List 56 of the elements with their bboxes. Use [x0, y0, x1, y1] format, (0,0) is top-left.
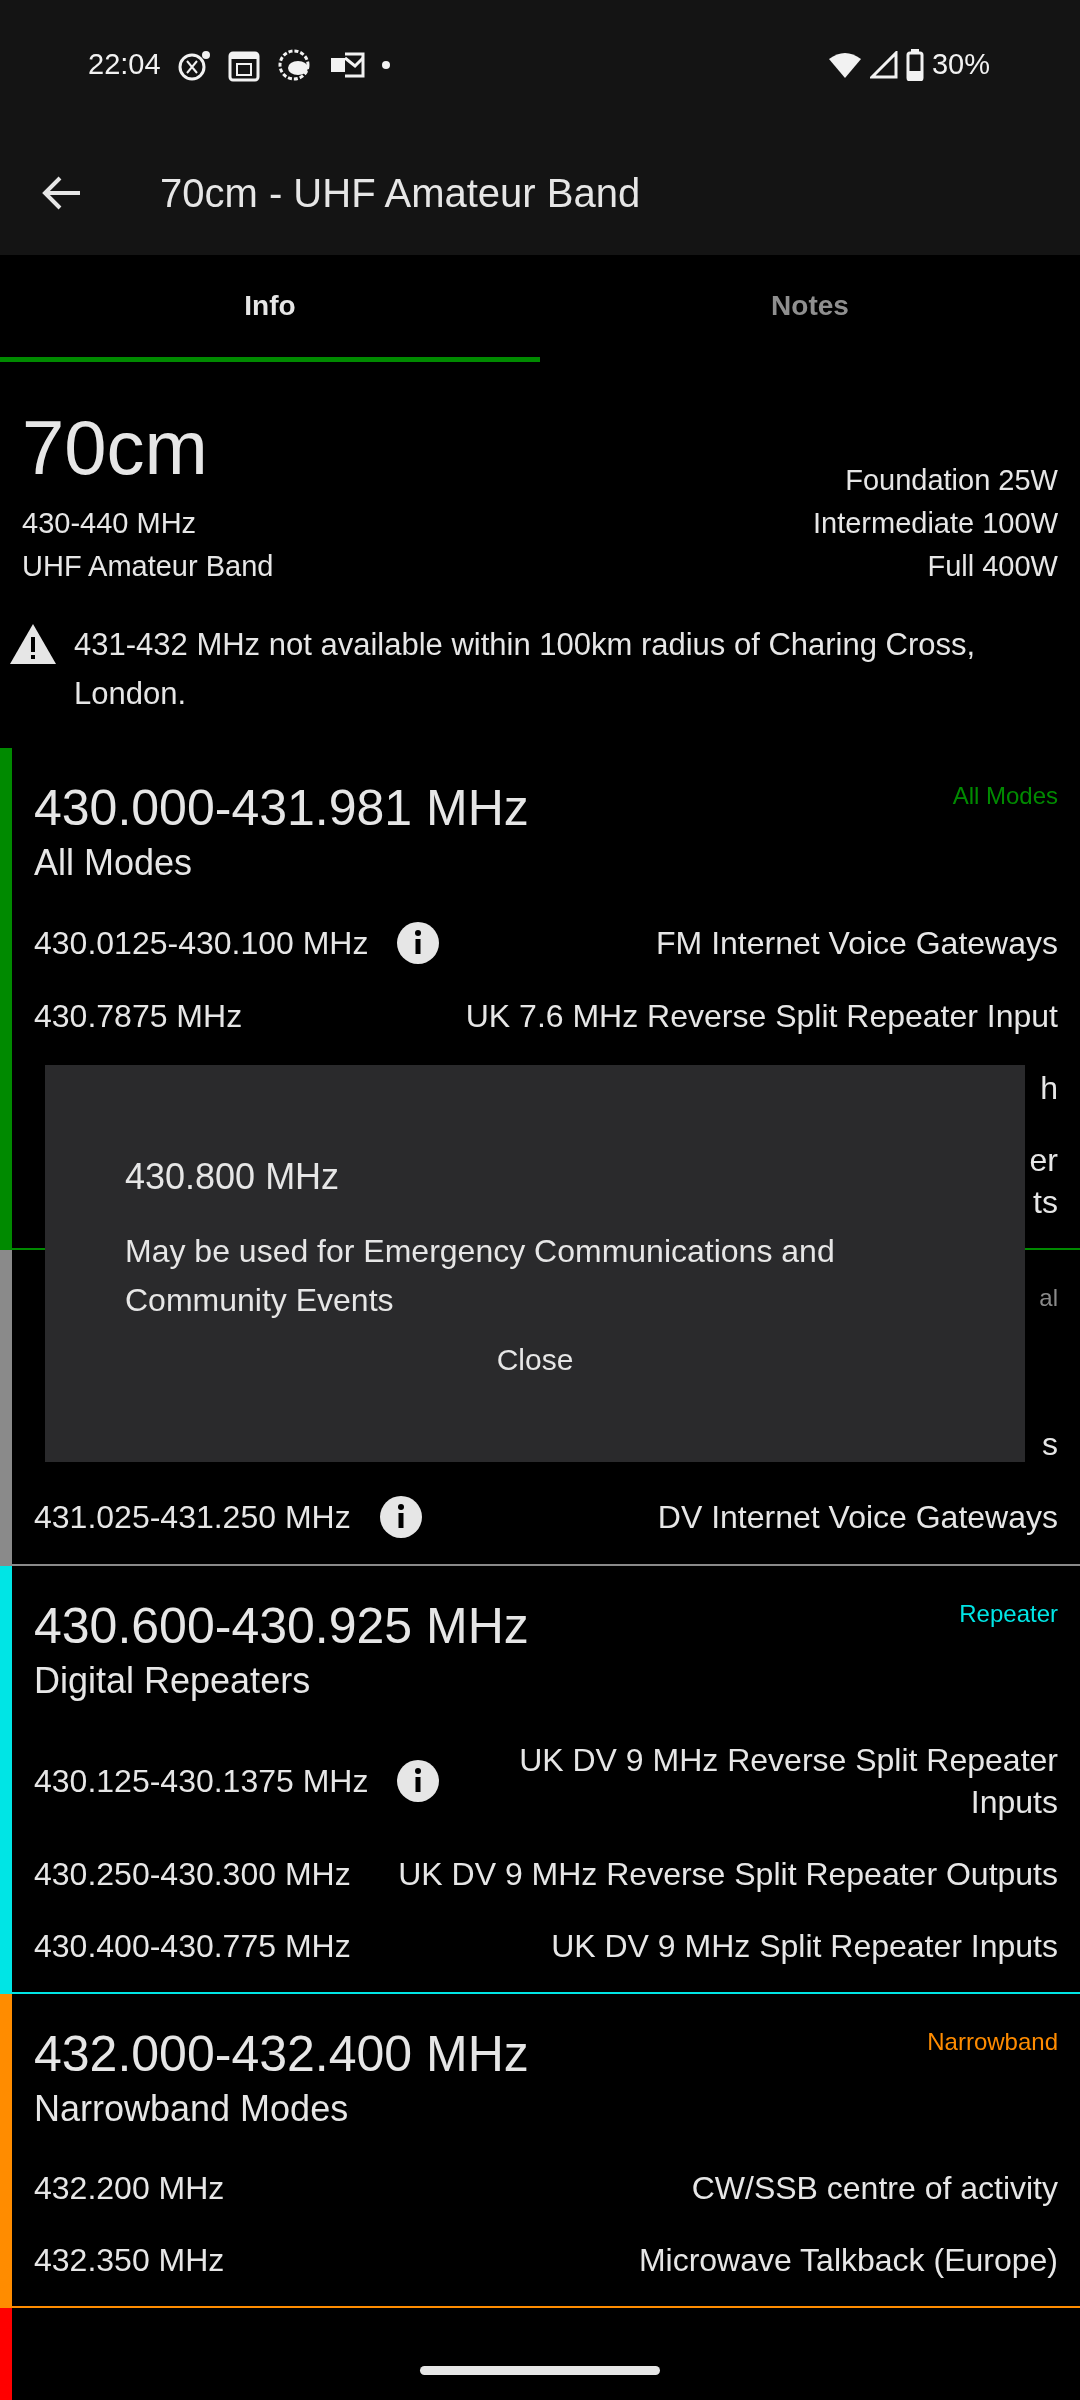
frequency-text: 430.0125-430.100 MHz [34, 924, 369, 963]
licence-text: Full 400W [926, 549, 1058, 584]
back-arrow-icon [42, 174, 82, 211]
usage-text: UK DV 9 MHz Reverse Split Repeater Outputs [398, 1855, 1058, 1894]
dialog-message: May be used for Emergency Communications and Community Events [125, 1232, 836, 1320]
back-button[interactable] [42, 174, 82, 211]
usage-text: DV Internet Voice Gateways [657, 1498, 1058, 1537]
frequency-text: 430.125-430.1375 MHz [34, 1762, 369, 1801]
tab[interactable]: Notes [540, 255, 1080, 362]
clock-text: 22:04 [88, 47, 161, 83]
usage-text: FM Internet Voice Gateways [656, 924, 1058, 963]
segment-description: Narrowband Modes [34, 2087, 350, 2131]
usage-text: s [1042, 1425, 1058, 1464]
segment-description: Digital Repeaters [34, 1659, 312, 1703]
dialog-title: 430.800 MHz [125, 1155, 341, 1199]
usage-text: Microwave Talkback (Europe) [638, 2241, 1058, 2280]
mail-icon [328, 50, 365, 80]
frequency-text: 430.400-430.775 MHz [34, 1927, 351, 1966]
segment-description: All Modes [34, 841, 194, 885]
usage-text: UK DV 9 MHz Reverse Split Repeater Inputs [518, 1741, 1058, 1822]
frequency-text: 432.350 MHz [34, 2241, 225, 2280]
info-icon[interactable] [396, 921, 441, 965]
usage-text: h [1040, 1069, 1058, 1108]
mode-tag: Narrowband [927, 2024, 1058, 2060]
band-description: UHF Amateur Band [22, 549, 274, 584]
segment-range: 432.000-432.400 MHz [34, 2025, 529, 2084]
frequency-text: 430.250-430.300 MHz [34, 1855, 351, 1894]
tab[interactable]: Info [0, 255, 540, 362]
licence-text: Intermediate 100W [813, 506, 1058, 541]
usage-text: er ts [1029, 1141, 1058, 1222]
frequency-text: 432.200 MHz [34, 2169, 225, 2208]
notification-icon [176, 48, 211, 82]
info-icon[interactable] [378, 1495, 423, 1539]
signal-icon [869, 51, 898, 79]
usage-text: UK 7.6 MHz Reverse Split Repeater Input [465, 997, 1058, 1036]
frequency-text: 431.025-431.250 MHz [34, 1498, 351, 1537]
mode-tag: al [1039, 1280, 1058, 1316]
usage-text: UK DV 9 MHz Split Repeater Inputs [551, 1927, 1058, 1966]
frequency-text: 430.7875 MHz [34, 997, 243, 1036]
segment-range: 430.600-430.925 MHz [34, 1597, 529, 1656]
warning-icon [8, 622, 58, 666]
usage-text: CW/SSB centre of activity [691, 2169, 1058, 2208]
close-button[interactable]: Close [476, 1333, 594, 1386]
wifi-icon [827, 51, 862, 79]
screen-title: 70cm - UHF Amateur Band [160, 169, 641, 217]
mode-tag: Repeater [959, 1596, 1058, 1632]
warning-text: 431-432 MHz not available within 100km radius of Charing Cross, London. [74, 626, 977, 713]
segment-range: 430.000-431.981 MHz [34, 779, 529, 838]
licence-text: Foundation 25W [844, 463, 1058, 498]
dot-icon [380, 60, 391, 70]
battery-icon [905, 49, 924, 81]
band-name: 70cm [22, 410, 209, 486]
battery-text: 30% [931, 47, 990, 83]
mode-tag: All Modes [952, 778, 1058, 814]
info-icon[interactable] [396, 1759, 441, 1803]
band-range: 430-440 MHz [22, 506, 198, 541]
